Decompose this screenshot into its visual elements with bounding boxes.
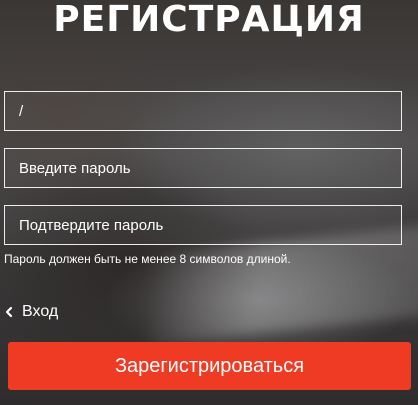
password-input[interactable] [4, 148, 402, 188]
password-hint: Пароль должен быть не менее 8 символов д… [4, 252, 291, 266]
registration-form: РЕГИСТРАЦИЯ Пароль должен быть не менее … [0, 0, 418, 405]
page-title: РЕГИСТРАЦИЯ [53, 0, 365, 40]
login-input[interactable] [4, 91, 402, 131]
chevron-left-icon [4, 304, 14, 320]
back-link-label: Вход [22, 303, 59, 320]
back-to-login-link[interactable]: Вход [4, 303, 58, 321]
register-button[interactable]: Зарегистрироваться [8, 342, 411, 390]
password-confirm-input[interactable] [4, 205, 402, 245]
